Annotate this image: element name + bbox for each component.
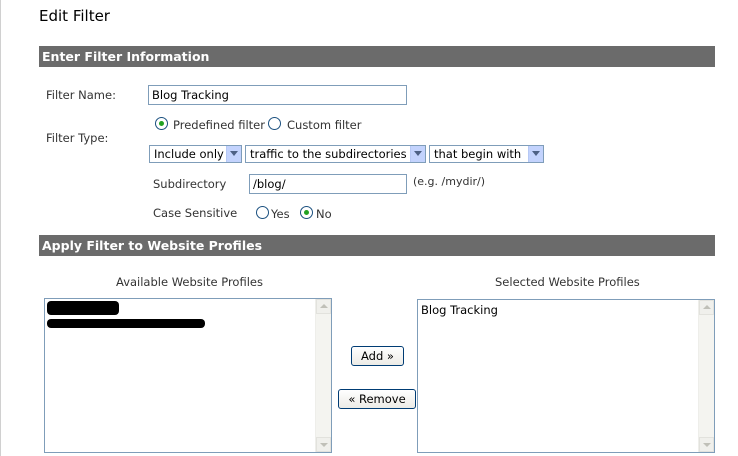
predefined-filter-label[interactable]: Predefined filter xyxy=(173,118,265,132)
chevron-down-icon xyxy=(528,146,543,162)
case-sensitive-yes-radio[interactable] xyxy=(256,206,269,219)
filter-type-label: Filter Type: xyxy=(46,131,109,145)
scroll-up-icon[interactable] xyxy=(699,300,714,315)
available-profiles-header: Available Website Profiles xyxy=(116,275,263,289)
available-profiles-list[interactable] xyxy=(44,298,332,453)
chevron-down-icon xyxy=(410,146,425,162)
subdirectory-hint: (e.g. /mydir/) xyxy=(413,175,486,188)
case-sensitive-no-radio[interactable] xyxy=(300,206,313,219)
filter-name-label: Filter Name: xyxy=(46,88,116,102)
case-sensitive-label: Case Sensitive xyxy=(153,206,238,220)
scroll-up-icon[interactable] xyxy=(316,299,331,314)
chevron-down-icon xyxy=(226,146,241,162)
scroll-down-icon[interactable] xyxy=(699,437,714,452)
traffic-type-select[interactable]: traffic to the subdirectories xyxy=(245,145,426,163)
custom-filter-label[interactable]: Custom filter xyxy=(287,118,361,132)
scroll-down-icon[interactable] xyxy=(316,437,331,452)
remove-button[interactable]: « Remove xyxy=(338,389,416,409)
filter-info-section-header: Enter Filter Information xyxy=(39,46,715,67)
match-type-value: that begin with xyxy=(434,147,522,161)
include-exclude-select[interactable]: Include only xyxy=(149,145,242,163)
include-exclude-value: Include only xyxy=(154,147,224,161)
selected-profiles-items: Blog Tracking xyxy=(421,303,498,317)
case-sensitive-yes-label[interactable]: Yes xyxy=(271,207,290,221)
predefined-filter-radio[interactable] xyxy=(155,117,168,130)
custom-filter-radio[interactable] xyxy=(268,117,281,130)
page-title: Edit Filter xyxy=(39,7,110,25)
selected-profiles-header: Selected Website Profiles xyxy=(495,275,640,289)
selected-profiles-list[interactable]: Blog Tracking xyxy=(417,299,715,453)
add-button[interactable]: Add » xyxy=(351,346,404,366)
subdirectory-label: Subdirectory xyxy=(153,177,227,191)
subdirectory-input[interactable]: /blog/ xyxy=(249,174,407,194)
available-list-scrollbar[interactable] xyxy=(315,299,331,452)
redacted-profile-2 xyxy=(47,319,205,328)
match-type-select[interactable]: that begin with xyxy=(429,145,544,163)
redacted-profile-1 xyxy=(47,301,119,315)
case-sensitive-no-label[interactable]: No xyxy=(316,207,332,221)
traffic-type-value: traffic to the subdirectories xyxy=(250,147,407,161)
profiles-section-header: Apply Filter to Website Profiles xyxy=(39,235,715,256)
window-left-border xyxy=(0,0,1,456)
selected-list-scrollbar[interactable] xyxy=(698,300,714,452)
filter-name-input[interactable]: Blog Tracking xyxy=(148,85,407,105)
list-item[interactable]: Blog Tracking xyxy=(421,303,498,317)
